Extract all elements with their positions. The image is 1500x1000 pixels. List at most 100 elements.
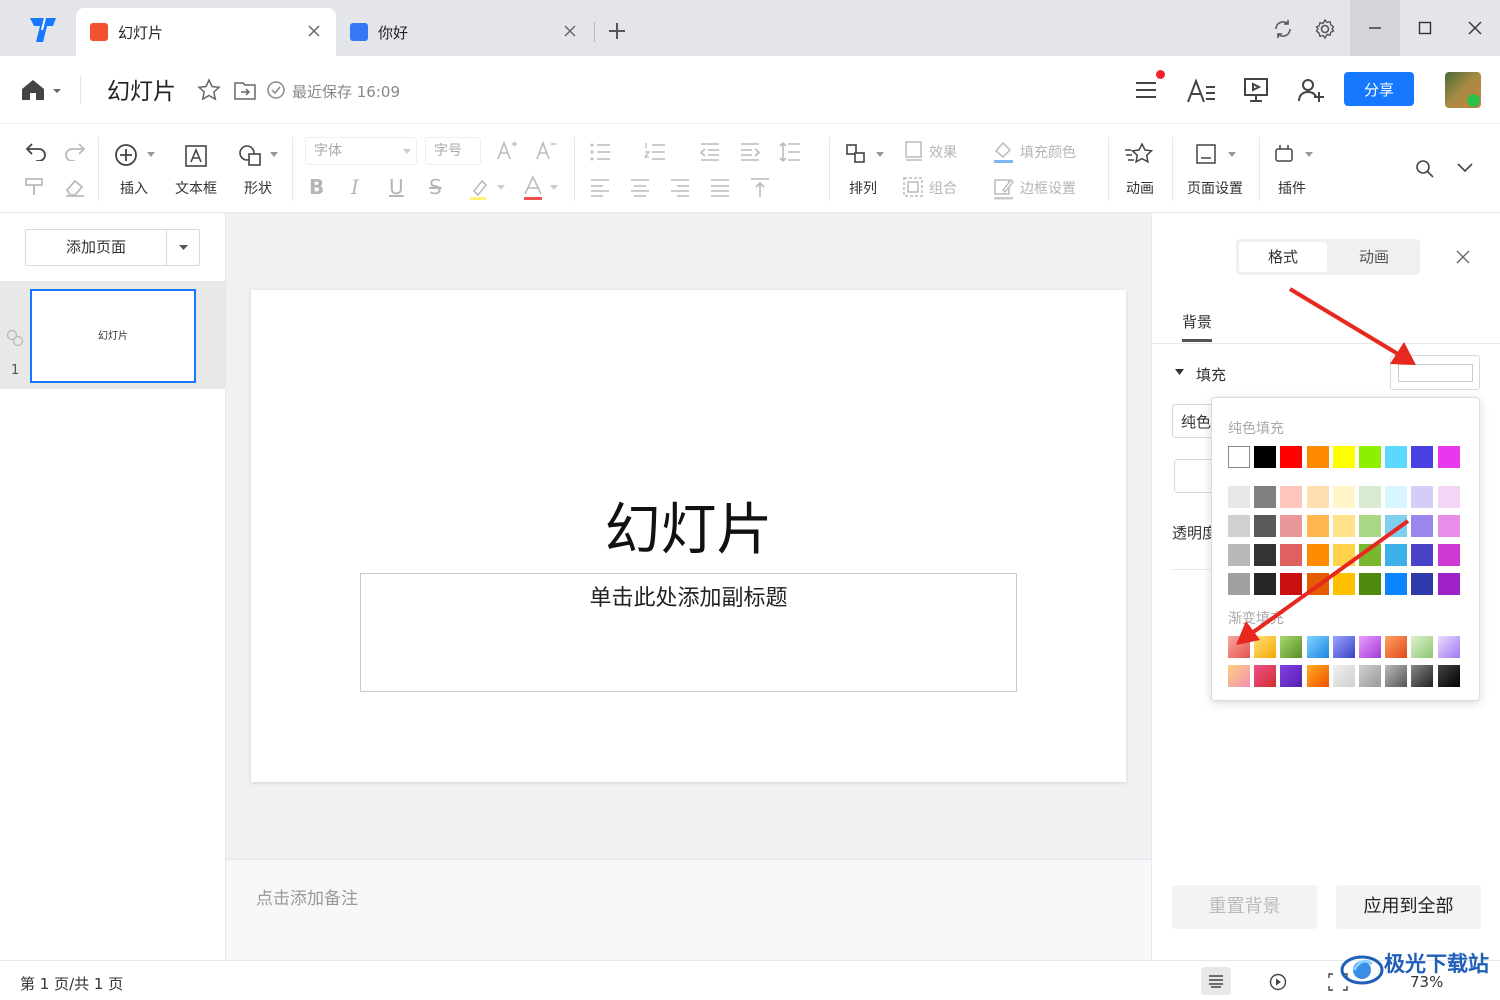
color-swatch[interactable]: [1359, 446, 1381, 468]
color-swatch[interactable]: [1254, 515, 1276, 537]
slide-thumbnail-row[interactable]: 1 幻灯片: [0, 281, 225, 389]
chevron-down-icon[interactable]: [1228, 152, 1236, 158]
color-swatch[interactable]: [1385, 544, 1407, 566]
color-swatch[interactable]: [1307, 515, 1329, 537]
arrange-icon[interactable]: [845, 143, 867, 165]
home-icon[interactable]: [20, 78, 46, 102]
color-swatch[interactable]: [1254, 486, 1276, 508]
gradient-swatch[interactable]: [1280, 665, 1302, 687]
menu-icon[interactable]: [1134, 78, 1158, 102]
search-icon[interactable]: [1415, 159, 1435, 179]
gradient-swatch[interactable]: [1254, 665, 1276, 687]
gradient-swatch[interactable]: [1333, 665, 1355, 687]
page-setup-button[interactable]: 页面设置: [1183, 178, 1247, 198]
color-swatch[interactable]: [1254, 544, 1276, 566]
fill-color-picker[interactable]: [1390, 355, 1480, 390]
color-swatch[interactable]: [1228, 573, 1250, 595]
animation-button[interactable]: 动画: [1120, 178, 1160, 198]
gradient-swatch[interactable]: [1280, 636, 1302, 658]
add-page-button[interactable]: 添加页面: [25, 229, 200, 266]
color-swatch[interactable]: [1228, 446, 1250, 468]
color-swatch[interactable]: [1280, 446, 1302, 468]
fill-color-button[interactable]: 填充颜色: [1020, 142, 1076, 162]
color-swatch[interactable]: [1385, 486, 1407, 508]
slide[interactable]: 幻灯片 单击此处添加副标题: [251, 290, 1126, 782]
textbox-icon[interactable]: [184, 144, 208, 168]
sync-icon[interactable]: [1272, 18, 1294, 40]
color-swatch[interactable]: [1228, 486, 1250, 508]
color-swatch[interactable]: [1254, 446, 1276, 468]
move-to-folder-icon[interactable]: [233, 79, 257, 101]
align-right-icon[interactable]: [669, 178, 691, 198]
color-swatch[interactable]: [1333, 446, 1355, 468]
close-panel-icon[interactable]: [1455, 249, 1471, 265]
eraser-icon[interactable]: [64, 177, 86, 197]
color-swatch[interactable]: [1411, 544, 1433, 566]
app-logo-icon[interactable]: [26, 14, 60, 44]
gradient-swatch[interactable]: [1307, 665, 1329, 687]
gradient-swatch[interactable]: [1385, 636, 1407, 658]
color-swatch[interactable]: [1228, 515, 1250, 537]
color-swatch[interactable]: [1307, 544, 1329, 566]
apply-to-all-button[interactable]: 应用到全部: [1336, 885, 1481, 929]
group-icon[interactable]: [902, 176, 924, 198]
vertical-align-icon[interactable]: [749, 177, 771, 199]
color-swatch[interactable]: [1411, 486, 1433, 508]
decrease-indent-icon[interactable]: [699, 142, 721, 162]
close-tab-icon[interactable]: [562, 23, 578, 39]
font-select[interactable]: 字体: [305, 137, 417, 165]
highlight-icon[interactable]: [468, 177, 490, 201]
slide-thumbnail[interactable]: 幻灯片: [30, 289, 196, 383]
gradient-swatch[interactable]: [1411, 636, 1433, 658]
color-swatch[interactable]: [1333, 544, 1355, 566]
color-swatch[interactable]: [1228, 544, 1250, 566]
text-style-icon[interactable]: [1186, 78, 1216, 104]
page-setup-icon[interactable]: [1195, 143, 1217, 165]
color-swatch[interactable]: [1411, 446, 1433, 468]
gradient-swatch[interactable]: [1228, 636, 1250, 658]
color-swatch[interactable]: [1385, 515, 1407, 537]
color-swatch[interactable]: [1438, 544, 1460, 566]
chevron-down-icon[interactable]: [147, 152, 155, 158]
border-pen-icon[interactable]: [993, 176, 1015, 200]
color-swatch[interactable]: [1359, 486, 1381, 508]
color-swatch[interactable]: [1307, 573, 1329, 595]
chevron-down-icon[interactable]: [52, 87, 62, 95]
color-swatch[interactable]: [1280, 573, 1302, 595]
align-center-icon[interactable]: [629, 178, 651, 198]
color-swatch[interactable]: [1385, 446, 1407, 468]
settings-icon[interactable]: [1314, 18, 1336, 40]
strikethrough-icon[interactable]: S: [429, 175, 442, 199]
avatar[interactable]: [1445, 72, 1481, 108]
color-swatch[interactable]: [1359, 544, 1381, 566]
slide-title[interactable]: 幻灯片: [251, 485, 1126, 566]
tab-animation[interactable]: 动画: [1330, 242, 1418, 272]
present-icon[interactable]: [1243, 77, 1269, 103]
gradient-swatch[interactable]: [1307, 636, 1329, 658]
gradient-swatch[interactable]: [1359, 665, 1381, 687]
border-button[interactable]: 边框设置: [1020, 178, 1076, 198]
plugin-button[interactable]: 插件: [1272, 178, 1312, 198]
gradient-swatch[interactable]: [1438, 636, 1460, 658]
reset-background-button[interactable]: 重置背景: [1172, 885, 1317, 929]
numbered-list-icon[interactable]: [644, 142, 666, 162]
plugin-icon[interactable]: [1273, 143, 1295, 165]
arrange-button[interactable]: 排列: [843, 178, 883, 198]
effect-icon[interactable]: [904, 140, 924, 162]
decrease-font-icon[interactable]: [535, 139, 557, 161]
gradient-swatch[interactable]: [1359, 636, 1381, 658]
increase-font-icon[interactable]: [496, 139, 518, 161]
tab-format[interactable]: 格式: [1239, 242, 1327, 272]
bold-icon[interactable]: B: [309, 175, 324, 199]
close-window-button[interactable]: [1450, 0, 1500, 56]
font-size-select[interactable]: 字号: [425, 137, 481, 165]
color-swatch[interactable]: [1333, 573, 1355, 595]
chevron-down-icon[interactable]: [876, 152, 884, 158]
tab-hello[interactable]: 你好: [336, 8, 592, 56]
play-icon[interactable]: [1269, 973, 1287, 991]
new-tab-icon[interactable]: [607, 21, 627, 41]
star-icon[interactable]: [197, 78, 221, 102]
line-spacing-icon[interactable]: [779, 141, 801, 163]
chevron-down-icon[interactable]: [1305, 152, 1313, 158]
color-swatch[interactable]: [1333, 515, 1355, 537]
